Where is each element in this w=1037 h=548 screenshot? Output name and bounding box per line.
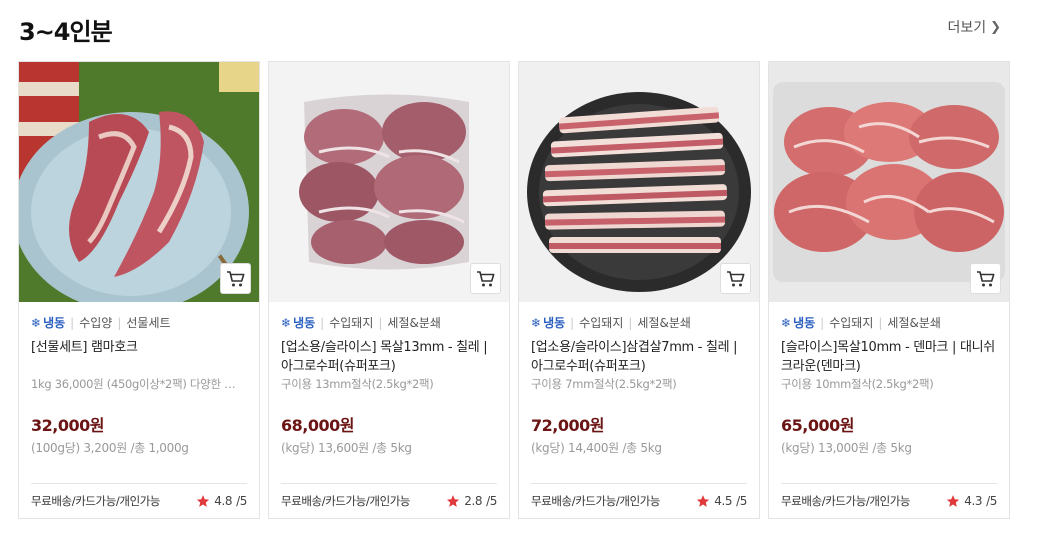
shipping-info: 무료배송/카드가능/개인가능 [781, 494, 911, 508]
product-info: ❄ 냉동 | 수입양 | 선물세트 [선물세트] 램마호크 1kg 36,000원… [19, 302, 259, 520]
rating-value: 4.3 [964, 494, 983, 508]
rating: 4.3/5 [946, 494, 997, 508]
section-title: 3~4인분 [19, 18, 113, 46]
add-to-cart-button[interactable] [720, 263, 751, 294]
unit-price: (100g당) 3,200원 /총 1,000g [31, 441, 189, 455]
category-tag: 세절&분쇄 [387, 316, 441, 330]
add-to-cart-button[interactable] [970, 263, 1001, 294]
divider [781, 483, 997, 484]
cart-icon [726, 270, 744, 286]
tag-separator: | [117, 315, 122, 330]
star-icon [447, 495, 460, 507]
unit-price: (kg당) 13,000원 /총 5kg [781, 441, 912, 455]
star-icon [947, 495, 960, 507]
product-info: ❄ 냉동 | 수입돼지 | 세절&분쇄 [업소용/슬라이스] 목살13mm - 칠… [269, 302, 509, 520]
frozen-tag: ❄ 냉동 [531, 315, 566, 331]
add-to-cart-button[interactable] [220, 263, 251, 294]
rating: 4.8/5 [196, 494, 247, 508]
product-list: ❄ 냉동 | 수입양 | 선물세트 [선물세트] 램마호크 1kg 36,000원… [18, 61, 1010, 519]
product-card[interactable]: ❄ 냉동 | 수입돼지 | 세절&분쇄 [업소용/슬라이스]삼겹살7mm - 칠레… [518, 61, 760, 519]
tag-separator: | [628, 315, 633, 330]
product-name[interactable]: [업소용/슬라이스] 목살13mm - 칠레 | 아그로수퍼(슈퍼포크) [281, 338, 497, 376]
divider [531, 483, 747, 484]
product-name[interactable]: [업소용/슬라이스]삼겹살7mm - 칠레 | 아그로수퍼(슈퍼포크) [531, 338, 747, 376]
frozen-tag: ❄ 냉동 [281, 315, 316, 331]
product-price: 32,000원 [31, 416, 104, 435]
origin-tag: 수입돼지 [579, 316, 624, 330]
tag-separator: | [320, 315, 325, 330]
rating-max: /5 [486, 494, 497, 508]
snowflake-icon: ❄ [781, 315, 792, 330]
section-header: 3~4인분 더보기 ❯ [19, 10, 1001, 46]
product-image[interactable] [769, 62, 1009, 302]
cart-icon [976, 270, 994, 286]
product-description: 구이용 7mm절삭(2.5kg*2팩) [531, 377, 677, 391]
snowflake-icon: ❄ [531, 315, 542, 330]
chevron-right-icon: ❯ [990, 19, 1001, 35]
cart-icon [226, 270, 244, 286]
rating-max: /5 [236, 494, 247, 508]
product-description: 구이용 10mm절삭(2.5kg*2팩) [781, 377, 934, 391]
product-card[interactable]: ❄ 냉동 | 수입돼지 | 세절&분쇄 [업소용/슬라이스] 목살13mm - 칠… [268, 61, 510, 519]
rating: 2.8/5 [446, 494, 497, 508]
product-tags: ❄ 냉동 | 수입돼지 | 세절&분쇄 [281, 314, 497, 331]
rating-max: /5 [986, 494, 997, 508]
star-icon [197, 495, 210, 507]
category-tag: 선물세트 [126, 316, 171, 330]
unit-price: (kg당) 13,600원 /총 5kg [281, 441, 412, 455]
product-image[interactable] [19, 62, 259, 302]
product-footer: 무료배송/카드가능/개인가능 2.8/5 [281, 493, 497, 509]
product-name[interactable]: [슬라이스]목살10mm - 덴마크 | 대니쉬크라운(덴마크) [781, 338, 997, 376]
unit-price: (kg당) 14,400원 /총 5kg [531, 441, 662, 455]
cart-icon [476, 270, 494, 286]
category-tag: 세절&분쇄 [637, 316, 691, 330]
product-description: 1kg 36,000원 (450g이상*2팩) 다양한 … [31, 377, 236, 391]
product-tags: ❄ 냉동 | 수입돼지 | 세절&분쇄 [781, 314, 997, 331]
tag-separator: | [820, 315, 825, 330]
origin-tag: 수입돼지 [329, 316, 374, 330]
product-price: 68,000원 [281, 416, 354, 435]
product-info: ❄ 냉동 | 수입돼지 | 세절&분쇄 [슬라이스]목살10mm - 덴마크 | … [769, 302, 1009, 520]
product-info: ❄ 냉동 | 수입돼지 | 세절&분쇄 [업소용/슬라이스]삼겹살7mm - 칠레… [519, 302, 759, 520]
rating-value: 4.8 [214, 494, 233, 508]
tag-separator: | [378, 315, 383, 330]
rating-max: /5 [736, 494, 747, 508]
product-footer: 무료배송/카드가능/개인가능 4.5/5 [531, 493, 747, 509]
shipping-info: 무료배송/카드가능/개인가능 [31, 494, 161, 508]
product-image[interactable] [269, 62, 509, 302]
star-icon [697, 495, 710, 507]
shipping-info: 무료배송/카드가능/개인가능 [281, 494, 411, 508]
origin-tag: 수입양 [79, 316, 113, 330]
frozen-tag: ❄ 냉동 [781, 315, 816, 331]
product-tags: ❄ 냉동 | 수입돼지 | 세절&분쇄 [531, 314, 747, 331]
product-price: 65,000원 [781, 416, 854, 435]
add-to-cart-button[interactable] [470, 263, 501, 294]
tag-separator: | [878, 315, 883, 330]
product-image[interactable] [519, 62, 759, 302]
snowflake-icon: ❄ [281, 315, 292, 330]
rating-value: 2.8 [464, 494, 483, 508]
snowflake-icon: ❄ [31, 315, 42, 330]
product-name[interactable]: [선물세트] 램마호크 [31, 338, 247, 376]
more-label: 더보기 [947, 20, 987, 36]
category-tag: 세절&분쇄 [887, 316, 941, 330]
product-description: 구이용 13mm절삭(2.5kg*2팩) [281, 377, 434, 391]
product-card[interactable]: ❄ 냉동 | 수입돼지 | 세절&분쇄 [슬라이스]목살10mm - 덴마크 | … [768, 61, 1010, 519]
product-card[interactable]: ❄ 냉동 | 수입양 | 선물세트 [선물세트] 램마호크 1kg 36,000원… [18, 61, 260, 519]
divider [31, 483, 247, 484]
divider [281, 483, 497, 484]
product-price: 72,000원 [531, 416, 604, 435]
frozen-tag: ❄ 냉동 [31, 315, 66, 331]
tag-separator: | [570, 315, 575, 330]
origin-tag: 수입돼지 [829, 316, 874, 330]
product-footer: 무료배송/카드가능/개인가능 4.3/5 [781, 493, 997, 509]
shipping-info: 무료배송/카드가능/개인가능 [531, 494, 661, 508]
tag-separator: | [70, 315, 75, 330]
rating: 4.5/5 [696, 494, 747, 508]
product-tags: ❄ 냉동 | 수입양 | 선물세트 [31, 314, 247, 331]
more-link[interactable]: 더보기 ❯ [947, 17, 1001, 37]
product-footer: 무료배송/카드가능/개인가능 4.8/5 [31, 493, 247, 509]
rating-value: 4.5 [714, 494, 733, 508]
